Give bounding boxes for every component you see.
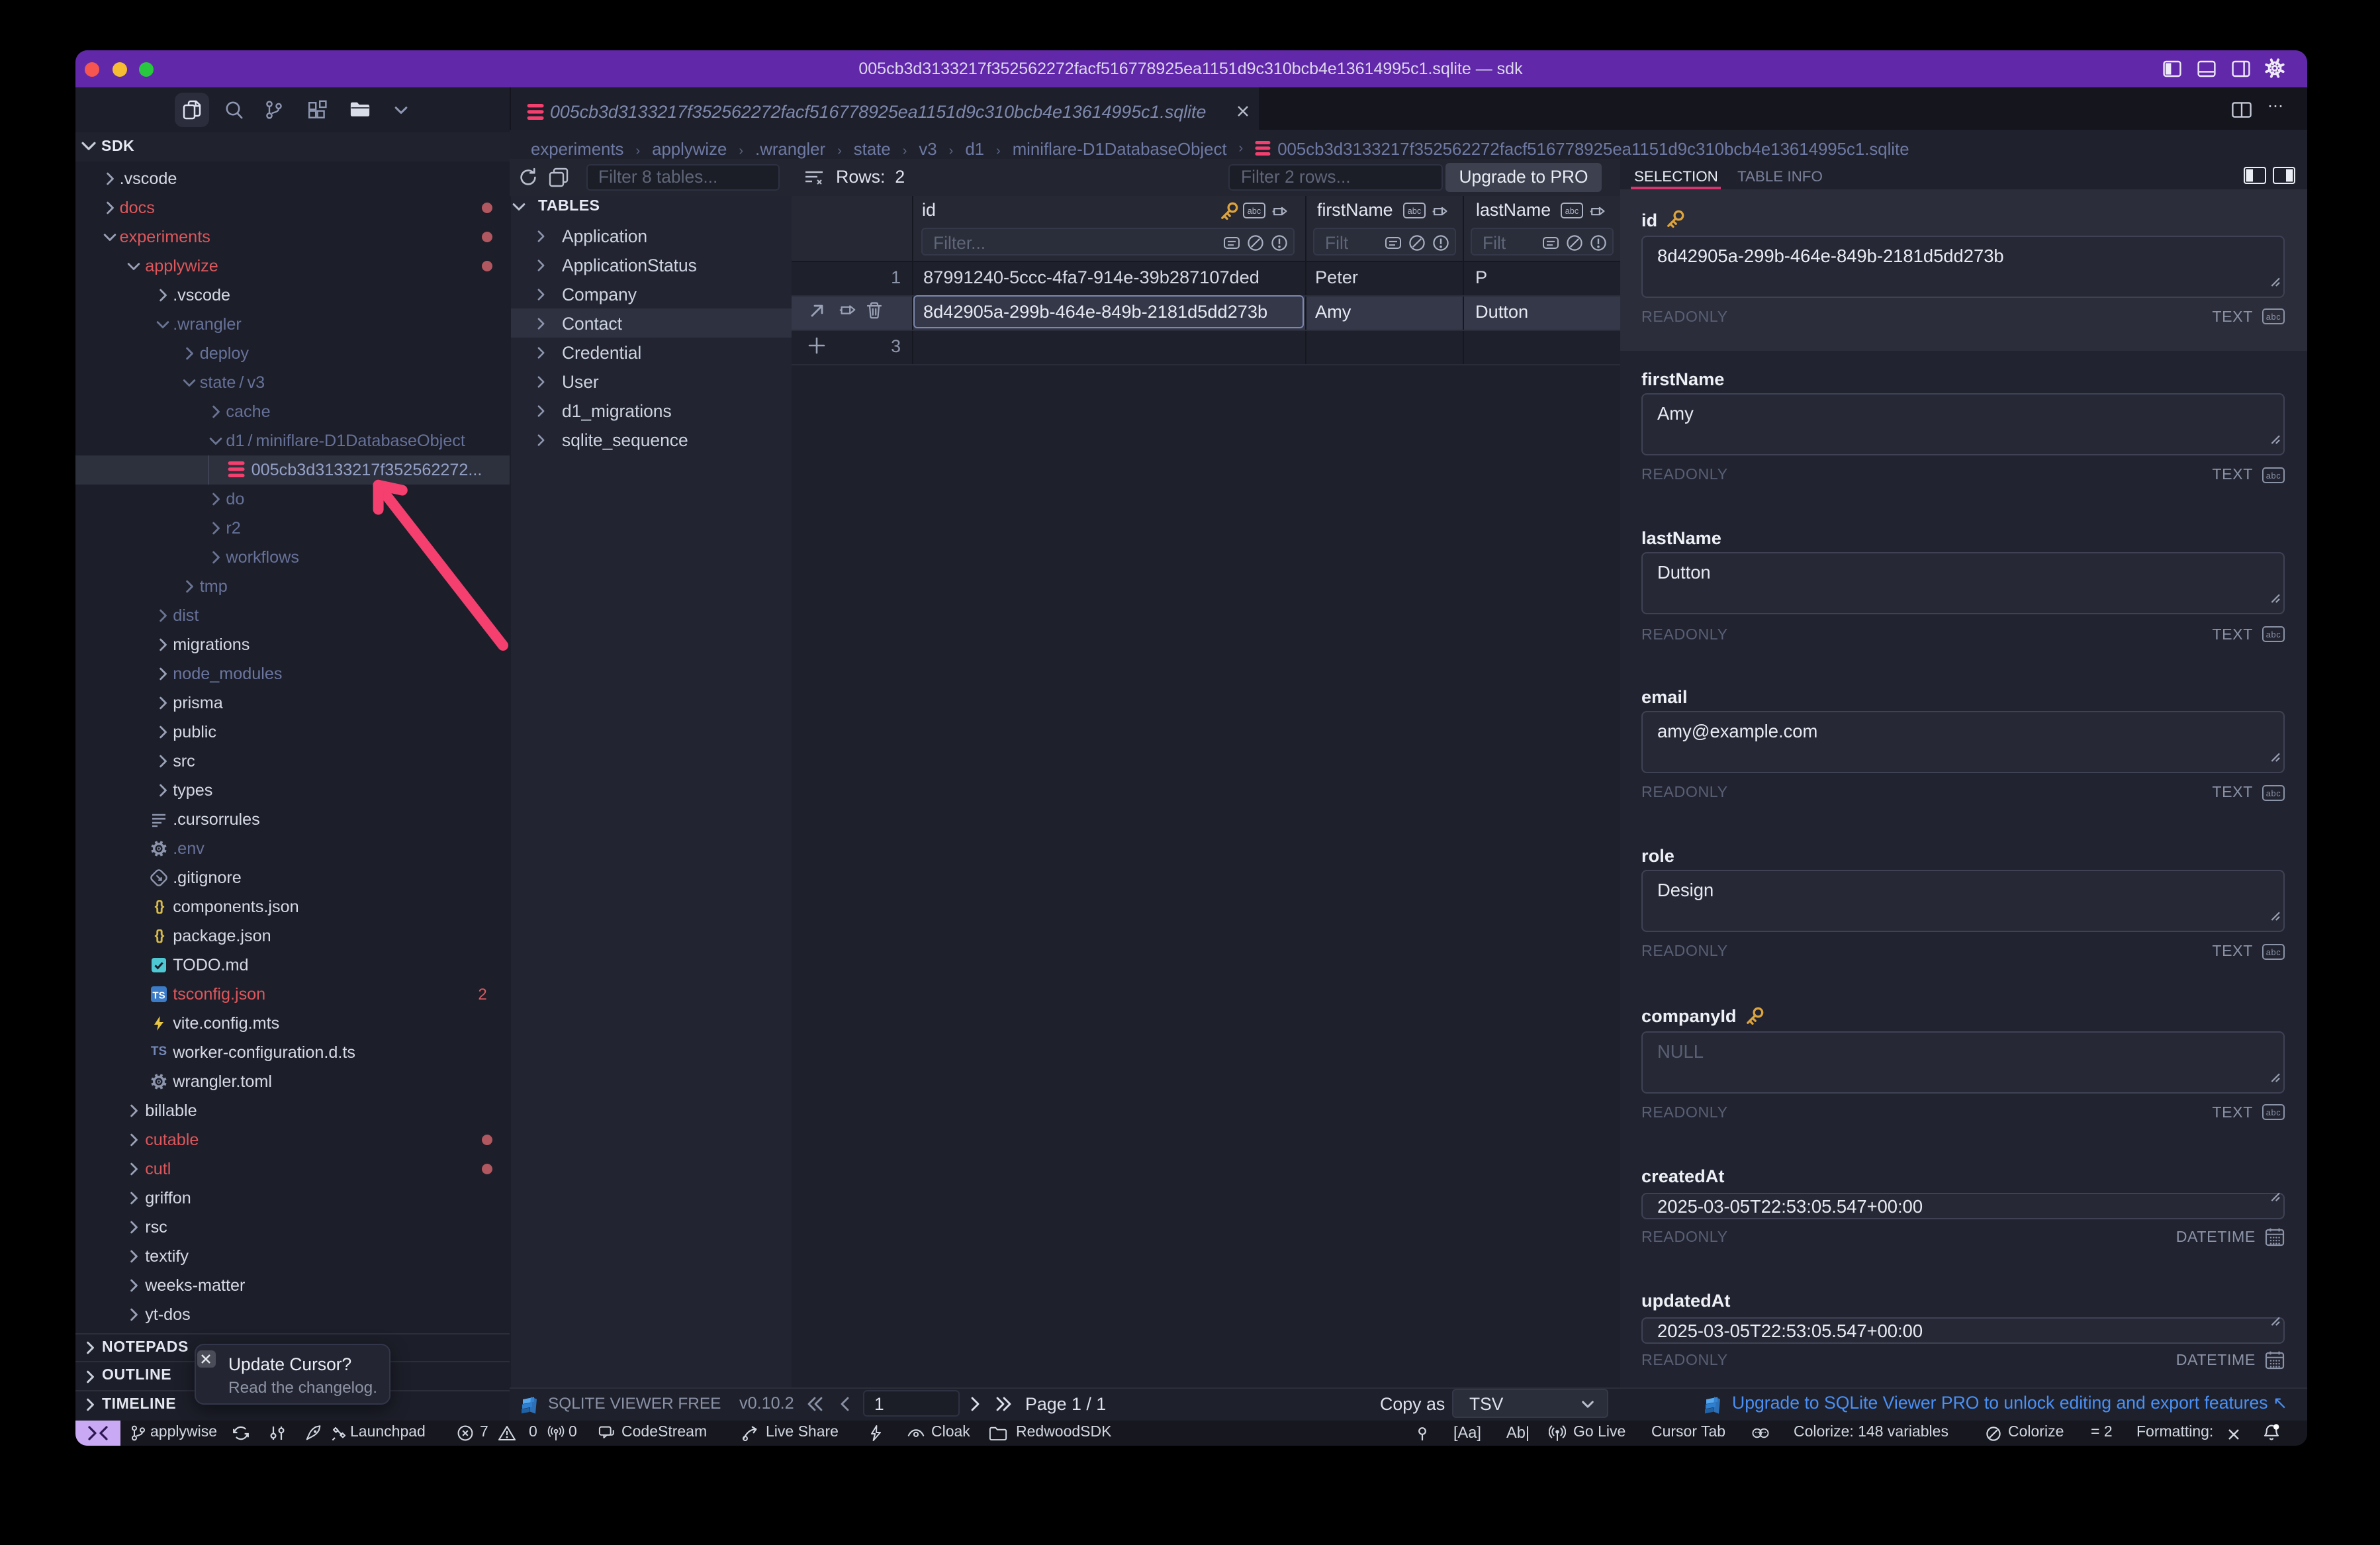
svg-text:abc: abc (1407, 206, 1421, 216)
svg-text:abc: abc (2266, 312, 2281, 322)
svg-text:abc: abc (2266, 630, 2281, 639)
svg-text:abc: abc (1247, 206, 1261, 216)
svg-text:abc: abc (2266, 947, 2281, 957)
svg-text:abc: abc (2266, 470, 2281, 480)
svg-text:abc: abc (2266, 788, 2281, 798)
svg-text:abc: abc (2266, 1107, 2281, 1117)
svg-text:TS: TS (152, 989, 165, 1000)
svg-text:abc: abc (1565, 206, 1579, 216)
